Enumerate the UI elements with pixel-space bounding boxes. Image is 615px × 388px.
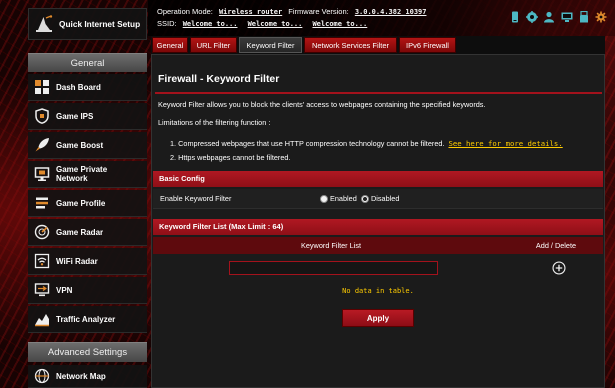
device-icon[interactable] [509, 11, 521, 23]
sidebar-item-label: Game Private Network [56, 165, 108, 183]
keyword-input[interactable] [229, 261, 438, 275]
radar-icon [34, 224, 50, 240]
sidebar-item-label: Dash Board [56, 82, 101, 92]
network-icon[interactable] [526, 11, 538, 23]
more-details-link[interactable]: See here for more details. [448, 139, 562, 148]
sidebar-item-network-map[interactable]: Network Map [28, 365, 147, 388]
wifi-radar-icon [34, 253, 50, 269]
enable-keyword-filter-row: Enable Keyword Filter Enabled Disabled [153, 189, 603, 209]
private-network-icon [34, 167, 50, 181]
monitor-icon[interactable] [561, 11, 573, 23]
ssid-label: SSID: [157, 19, 177, 28]
wizard-icon [36, 15, 53, 32]
sidebar-item-game-ips[interactable]: Game IPS [28, 103, 147, 130]
sidebar-item-label: Game Profile [56, 198, 106, 208]
sidebar-item-label: VPN [56, 285, 73, 295]
disabled-radio[interactable] [361, 195, 369, 203]
shield-icon [35, 108, 49, 124]
column-keyword: Keyword Filter List [300, 241, 361, 250]
sidebar-item-dash-board[interactable]: Dash Board [28, 74, 147, 101]
sidebar-item-game-boost[interactable]: Game Boost [28, 132, 147, 159]
operation-mode-link[interactable]: Wireless router [219, 8, 282, 16]
sidebar-item-vpn[interactable]: VPN [28, 277, 147, 304]
basic-config-header: Basic Config [153, 171, 603, 187]
enabled-radio-label[interactable]: Enabled [330, 194, 357, 204]
firmware-version-label: Firmware Version: [288, 7, 349, 16]
main-panel: Firewall - Keyword Filter Keyword Filter… [151, 54, 605, 388]
user-icon[interactable] [543, 11, 555, 23]
limitation-text: 1. Compressed webpages that use HTTP com… [170, 139, 445, 148]
operation-mode-label: Operation Mode: [157, 7, 213, 16]
dashboard-icon [35, 80, 49, 94]
game-profile-icon [36, 197, 48, 209]
empty-table-message: No data in table. [342, 287, 414, 295]
gear-icon[interactable] [595, 11, 607, 23]
sidebar-item-label: Network Map [56, 371, 106, 381]
limitation-item-2: 2. Https webpages cannot be filtered. [170, 153, 291, 162]
page-title: Firewall - Keyword Filter [158, 73, 280, 85]
apply-button[interactable]: Apply [342, 309, 414, 327]
sidebar-item-game-radar[interactable]: Game Radar [28, 219, 147, 246]
limitation-item-1: 1. Compressed webpages that use HTTP com… [170, 139, 563, 149]
ssid-link[interactable]: Welcome to... [248, 20, 303, 28]
tab-url-filter[interactable]: URL Filter [190, 37, 237, 53]
firmware-version-link[interactable]: 3.0.0.4.382_10397 [355, 8, 427, 16]
enable-keyword-filter-label: Enable Keyword Filter [160, 194, 232, 203]
globe-icon [34, 368, 50, 384]
tab-network-services-filter[interactable]: Network Services Filter [304, 37, 397, 53]
sidebar-item-label: Game IPS [56, 111, 94, 121]
enabled-radio[interactable] [320, 195, 328, 203]
add-keyword-icon[interactable] [552, 261, 566, 275]
usb-icon[interactable] [578, 11, 590, 23]
sidebar-item-label: Game Radar [56, 227, 104, 237]
tab-ipv6-firewall[interactable]: IPv6 Firewall [399, 37, 456, 53]
column-add-delete: Add / Delete [535, 241, 577, 250]
advanced-settings-section-header: Advanced Settings [28, 342, 147, 362]
title-divider [155, 92, 602, 94]
tab-keyword-filter[interactable]: Keyword Filter [239, 37, 302, 53]
rocket-icon [35, 138, 49, 152]
sidebar-item-game-private-network[interactable]: Game Private Network [28, 161, 147, 188]
limitations-label: Limitations of the filtering function : [158, 118, 271, 127]
operation-mode-line: Operation Mode: Wireless router Firmware… [157, 6, 430, 18]
tab-general[interactable]: General [152, 37, 188, 53]
keyword-table-column-header: Keyword Filter List Add / Delete [153, 237, 603, 254]
ssid-line: SSID: Welcome to... Welcome to... Welcom… [157, 18, 375, 30]
vpn-icon [34, 283, 50, 297]
sidebar-item-game-profile[interactable]: Game Profile [28, 190, 147, 217]
quick-internet-setup-button[interactable]: Quick Internet Setup [28, 8, 147, 40]
sidebar-item-label: WiFi Radar [56, 256, 98, 266]
sidebar-item-traffic-analyzer[interactable]: Traffic Analyzer [28, 306, 147, 333]
ssid-link[interactable]: Welcome to... [312, 20, 367, 28]
sidebar-item-wifi-radar[interactable]: WiFi Radar [28, 248, 147, 275]
ssid-link[interactable]: Welcome to... [183, 20, 238, 28]
disabled-radio-label[interactable]: Disabled [371, 194, 399, 204]
general-section-header: General [28, 53, 147, 72]
traffic-analyzer-icon [35, 314, 49, 327]
quick-internet-setup-label: Quick Internet Setup [59, 19, 141, 29]
page-description: Keyword Filter allows you to block the c… [158, 100, 486, 109]
sidebar-item-label: Traffic Analyzer [56, 314, 116, 324]
sidebar-item-label: Game Boost [56, 140, 104, 150]
keyword-filter-list-header: Keyword Filter List (Max Limit : 64) [153, 219, 603, 235]
